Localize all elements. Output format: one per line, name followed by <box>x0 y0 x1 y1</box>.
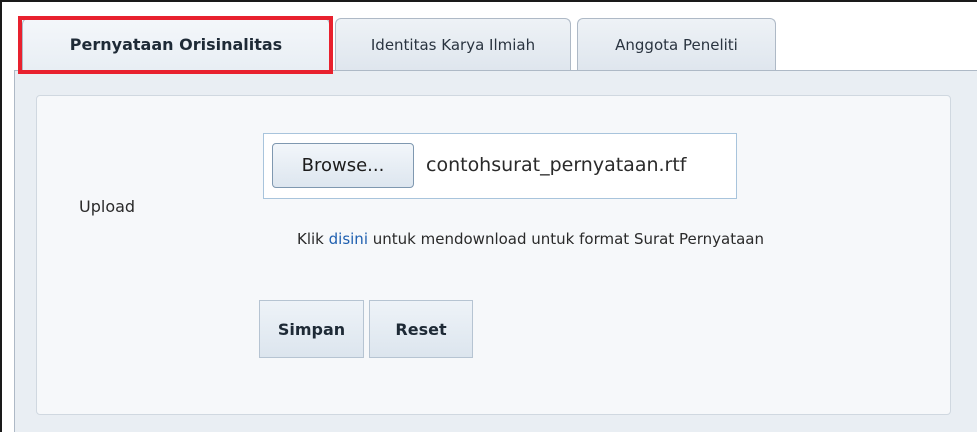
tab-anggota-peneliti[interactable]: Anggota Peneliti <box>577 18 776 70</box>
download-hint: Klik disini untuk mendownload untuk form… <box>297 230 764 248</box>
hint-suffix: untuk mendownload untuk format Surat Per… <box>368 230 764 248</box>
tab-label: Pernyataan Orisinalitas <box>69 35 283 54</box>
tab-identitas-karya-ilmiah[interactable]: Identitas Karya Ilmiah <box>335 18 571 70</box>
reset-button[interactable]: Reset <box>369 300 473 358</box>
selected-file-name: contohsurat_pernyataan.rtf <box>426 154 687 176</box>
download-link[interactable]: disini <box>329 230 368 248</box>
save-button[interactable]: Simpan <box>259 300 364 358</box>
tab-label: Anggota Peneliti <box>615 35 738 54</box>
upload-label: Upload <box>79 197 136 216</box>
hint-prefix: Klik <box>297 230 329 248</box>
tab-pernyataan-orisinalitas[interactable]: Pernyataan Orisinalitas <box>22 18 330 70</box>
tab-label: Identitas Karya Ilmiah <box>370 35 536 54</box>
page: Pernyataan Orisinalitas Identitas Karya … <box>0 0 977 432</box>
browse-button[interactable]: Browse... <box>272 143 414 188</box>
